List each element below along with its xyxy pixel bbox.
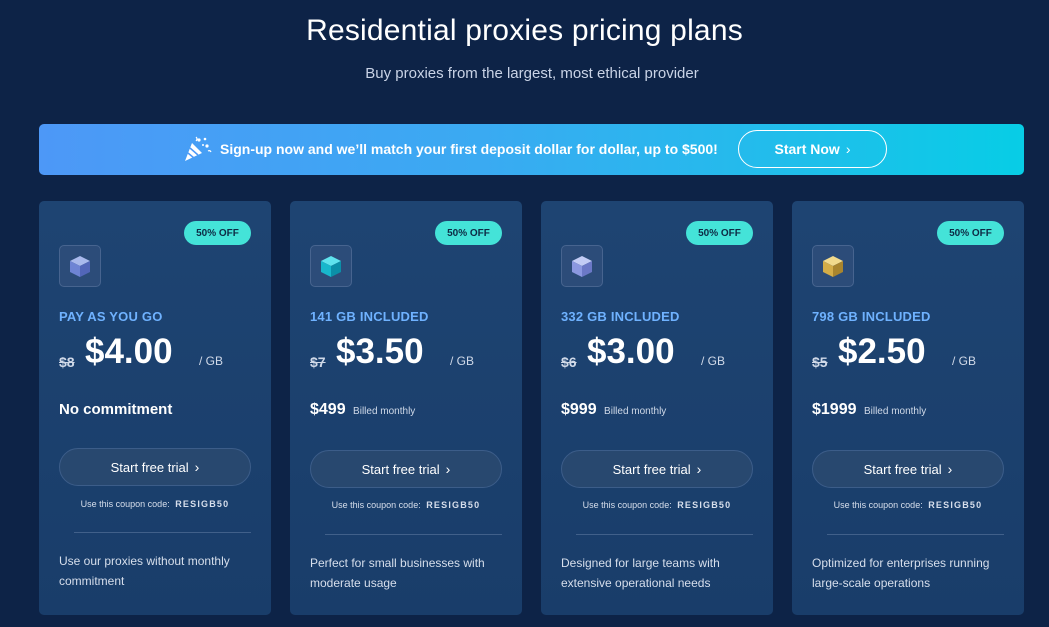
- page-subtitle: Buy proxies from the largest, most ethic…: [365, 65, 699, 82]
- commitment-text: No commitment: [59, 401, 173, 418]
- start-free-trial-label: Start free trial: [361, 461, 440, 477]
- start-free-trial-button[interactable]: Start free trial ›: [59, 448, 251, 486]
- plan-name: 332 GB INCLUDED: [561, 309, 680, 324]
- billing-info: $999 Billed monthly: [561, 401, 666, 419]
- discount-badge: 50% OFF: [435, 221, 502, 245]
- plan-description: Optimized for enterprises running large-…: [812, 556, 990, 590]
- cube-icon: [561, 245, 603, 287]
- plan-card-332gb: 50% OFF 332 GB INCLUDED $6 $3.00 / GB $9…: [541, 201, 773, 615]
- chevron-right-icon: ›: [947, 461, 953, 477]
- divider: [827, 534, 1004, 535]
- old-price: $8: [59, 354, 75, 370]
- billing-note: Billed monthly: [604, 406, 667, 417]
- chevron-right-icon: ›: [194, 459, 200, 475]
- billing-amount: $1999: [812, 401, 857, 418]
- coupon-line: Use this coupon code: RESIGB50: [792, 500, 1024, 510]
- discount-badge: 50% OFF: [686, 221, 753, 245]
- billing-info: $1999 Billed monthly: [812, 401, 926, 419]
- plan-card-798gb: 50% OFF 798 GB INCLUDED $5 $2.50 / GB $1…: [792, 201, 1024, 615]
- plan-card-pay-as-you-go: 50% OFF PAY AS YOU GO $8 $4.00 / GB No c…: [39, 201, 271, 615]
- start-free-trial-label: Start free trial: [110, 459, 189, 475]
- billing-note: Billed monthly: [863, 406, 927, 417]
- cube-icon: [310, 245, 352, 287]
- coupon-label: Use this coupon code:: [80, 499, 170, 509]
- divider: [576, 534, 753, 535]
- plan-description: Perfect for small businesses with modera…: [310, 556, 485, 590]
- coupon-label: Use this coupon code:: [582, 500, 672, 510]
- coupon-code: RESIGB50: [426, 500, 481, 510]
- billing-info: $499 Billed monthly: [310, 401, 415, 419]
- price: $2.50: [838, 332, 926, 371]
- start-free-trial-label: Start free trial: [863, 461, 942, 477]
- discount-badge: 50% OFF: [937, 221, 1004, 245]
- price-unit: / GB: [701, 354, 726, 368]
- promo-text: Sign-up now and we’ll match your first d…: [220, 141, 718, 157]
- start-free-trial-button[interactable]: Start free trial ›: [310, 450, 502, 488]
- cube-icon: [812, 245, 854, 287]
- start-now-label: Start Now: [774, 141, 840, 157]
- chevron-right-icon: ›: [445, 461, 451, 477]
- plan-card-141gb: 50% OFF 141 GB INCLUDED $7 $3.50 / GB $4…: [290, 201, 522, 615]
- coupon-label: Use this coupon code:: [833, 500, 923, 510]
- price-unit: / GB: [450, 354, 475, 368]
- price: $3.00: [587, 332, 675, 371]
- price-unit: / GB: [199, 354, 224, 368]
- discount-badge: 50% OFF: [184, 221, 251, 245]
- billing-note: Billed monthly: [353, 406, 416, 417]
- billing-amount: $999: [561, 401, 597, 418]
- plan-name: PAY AS YOU GO: [59, 309, 163, 324]
- start-now-button[interactable]: Start Now ›: [738, 130, 887, 168]
- coupon-line: Use this coupon code: RESIGB50: [541, 500, 773, 510]
- coupon-label: Use this coupon code:: [331, 500, 421, 510]
- price: $4.00: [85, 332, 173, 371]
- price: $3.50: [336, 332, 424, 371]
- plan-name: 141 GB INCLUDED: [310, 309, 429, 324]
- start-free-trial-button[interactable]: Start free trial ›: [812, 450, 1004, 488]
- old-price: $6: [561, 354, 577, 370]
- coupon-line: Use this coupon code: RESIGB50: [39, 499, 271, 509]
- chevron-right-icon: ›: [845, 141, 851, 157]
- party-popper-icon: [182, 134, 212, 164]
- start-free-trial-label: Start free trial: [612, 461, 691, 477]
- cube-icon: [59, 245, 101, 287]
- old-price: $7: [310, 354, 326, 370]
- coupon-line: Use this coupon code: RESIGB50: [290, 500, 522, 510]
- plan-description: Use our proxies without monthly commitme…: [59, 554, 230, 588]
- billing-amount: $499: [310, 401, 346, 418]
- promo-banner: Sign-up now and we’ll match your first d…: [39, 124, 1024, 175]
- plan-name: 798 GB INCLUDED: [812, 309, 931, 324]
- coupon-code: RESIGB50: [677, 500, 732, 510]
- page-title: Residential proxies pricing plans: [306, 14, 743, 47]
- plan-description: Designed for large teams with extensive …: [561, 556, 720, 590]
- coupon-code: RESIGB50: [175, 499, 230, 509]
- coupon-code: RESIGB50: [928, 500, 983, 510]
- divider: [325, 534, 502, 535]
- old-price: $5: [812, 354, 828, 370]
- price-unit: / GB: [952, 354, 977, 368]
- chevron-right-icon: ›: [696, 461, 702, 477]
- divider: [74, 532, 251, 533]
- start-free-trial-button[interactable]: Start free trial ›: [561, 450, 753, 488]
